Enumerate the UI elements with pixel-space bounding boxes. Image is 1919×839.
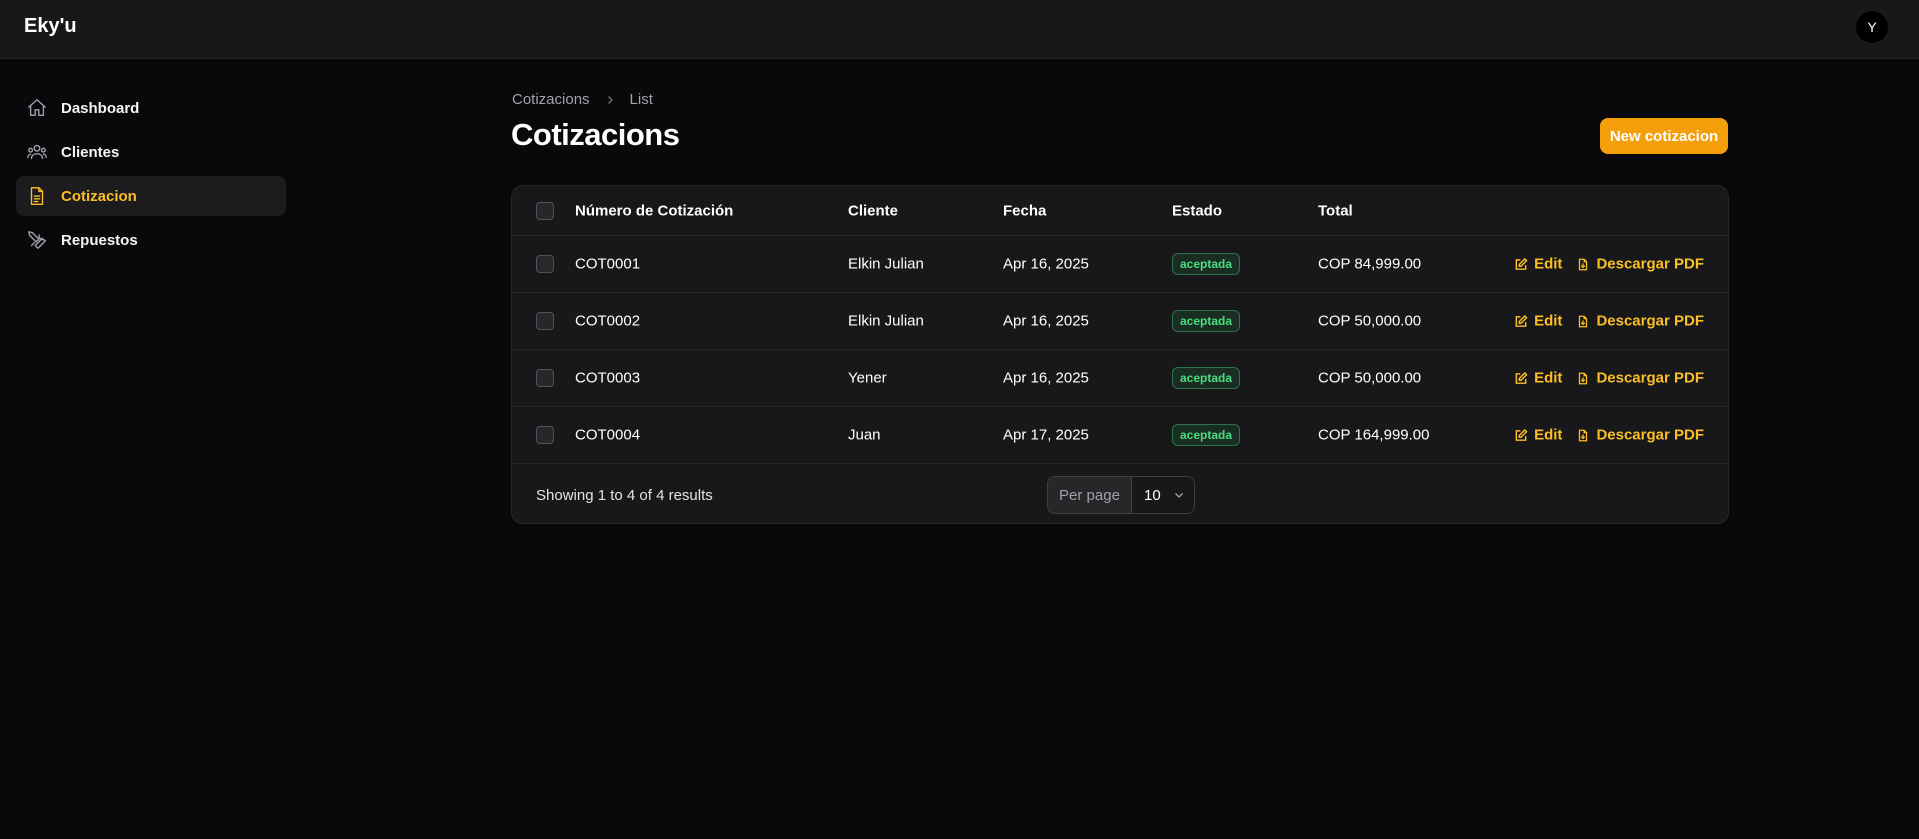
document-download-icon [1579, 429, 1588, 441]
sidebar-item-repuestos[interactable]: Repuestos [16, 220, 286, 260]
cell-cliente: Juan [848, 426, 881, 444]
breadcrumb: Cotizacions List [512, 91, 653, 108]
page-title: Cotizacions [511, 117, 680, 152]
cell-numero: COT0002 [575, 312, 641, 330]
column-header-estado[interactable]: Estado [1172, 202, 1222, 219]
cell-numero: COT0004 [575, 426, 641, 444]
table-row[interactable]: COT0004 Juan Apr 17, 2025 aceptada COP 1… [512, 407, 1728, 464]
document-icon [30, 187, 44, 205]
edit-label: Edit [1534, 426, 1563, 444]
user-avatar[interactable]: Y [1856, 11, 1888, 43]
cell-cliente: Elkin Julian [848, 255, 924, 273]
chevron-down-icon [1174, 493, 1183, 498]
edit-label: Edit [1534, 255, 1563, 273]
cell-numero: COT0001 [575, 255, 641, 273]
breadcrumb-parent[interactable]: Cotizacions [512, 91, 590, 108]
chevron-right-icon [604, 94, 616, 106]
download-pdf-button[interactable]: Descargar PDF [1576, 313, 1704, 330]
edit-button[interactable]: Edit [1514, 313, 1562, 330]
sidebar-item-label: Clientes [61, 143, 120, 161]
per-page-dropdown[interactable]: 10 [1132, 477, 1194, 513]
status-badge: aceptada [1172, 310, 1241, 332]
edit-button[interactable]: Edit [1514, 370, 1562, 387]
download-label: Descargar PDF [1596, 369, 1704, 387]
sidebar-item-label: Repuestos [61, 231, 138, 249]
download-label: Descargar PDF [1596, 426, 1704, 444]
edit-icon [1515, 257, 1528, 270]
wrench-screwdriver-icon [28, 231, 46, 249]
users-icon [27, 144, 47, 160]
home-icon [28, 99, 46, 117]
download-pdf-button[interactable]: Descargar PDF [1576, 256, 1704, 273]
edit-button[interactable]: Edit [1514, 427, 1562, 444]
row-checkbox[interactable] [536, 426, 554, 444]
edit-icon [1515, 314, 1528, 327]
breadcrumb-current: List [629, 91, 653, 108]
sidebar-item-clientes[interactable]: Clientes [16, 132, 286, 172]
cell-total: COP 50,000.00 [1318, 369, 1422, 387]
table-row[interactable]: COT0002 Elkin Julian Apr 16, 2025 acepta… [512, 293, 1728, 350]
cell-total: COP 50,000.00 [1318, 312, 1422, 330]
table-row[interactable]: COT0001 Elkin Julian Apr 16, 2025 acepta… [512, 236, 1728, 293]
sidebar-item-label: Cotizacion [61, 187, 137, 205]
cell-fecha: Apr 16, 2025 [1003, 255, 1089, 273]
status-badge: aceptada [1172, 367, 1241, 389]
per-page-value: 10 [1144, 486, 1161, 504]
column-header-numero[interactable]: Número de Cotización [575, 202, 733, 219]
download-pdf-button[interactable]: Descargar PDF [1576, 427, 1704, 444]
cell-fecha: Apr 17, 2025 [1003, 426, 1089, 444]
per-page-select[interactable]: Per page 10 [1047, 476, 1195, 514]
new-cotizacion-button[interactable]: New cotizacion [1600, 118, 1728, 154]
document-download-icon [1579, 372, 1588, 384]
sidebar: Dashboard Clientes Cotizacion Repuestos [16, 88, 286, 264]
sidebar-item-dashboard[interactable]: Dashboard [16, 88, 286, 128]
cell-cliente: Elkin Julian [848, 312, 924, 330]
edit-label: Edit [1534, 312, 1563, 330]
document-download-icon [1579, 258, 1588, 270]
select-all-checkbox[interactable] [536, 201, 554, 220]
brand-logo[interactable]: Eky'u [24, 15, 77, 38]
cotizaciones-table: Número de Cotización Cliente Fecha Estad… [511, 185, 1729, 524]
download-label: Descargar PDF [1596, 312, 1704, 330]
status-badge: aceptada [1172, 253, 1241, 275]
cell-total: COP 84,999.00 [1318, 255, 1422, 273]
table-row[interactable]: COT0003 Yener Apr 16, 2025 aceptada COP … [512, 350, 1728, 407]
results-summary: Showing 1 to 4 of 4 results [536, 487, 713, 504]
table-footer: Showing 1 to 4 of 4 results Per page 10 [512, 465, 1728, 523]
status-badge: aceptada [1172, 424, 1241, 446]
edit-button[interactable]: Edit [1514, 256, 1562, 273]
cell-numero: COT0003 [575, 369, 641, 387]
document-download-icon [1579, 315, 1588, 327]
sidebar-item-label: Dashboard [61, 99, 140, 117]
download-pdf-button[interactable]: Descargar PDF [1576, 370, 1704, 387]
edit-icon [1515, 428, 1528, 441]
cell-cliente: Yener [848, 369, 887, 387]
top-bar: Eky'u Y [0, 0, 1919, 59]
row-checkbox[interactable] [536, 369, 554, 387]
cell-fecha: Apr 16, 2025 [1003, 312, 1089, 330]
column-header-fecha[interactable]: Fecha [1003, 202, 1046, 219]
per-page-label: Per page [1048, 477, 1132, 513]
column-header-cliente[interactable]: Cliente [848, 202, 898, 219]
download-label: Descargar PDF [1596, 255, 1704, 273]
column-header-total[interactable]: Total [1318, 202, 1353, 219]
edit-label: Edit [1534, 369, 1563, 387]
cell-total: COP 164,999.00 [1318, 426, 1430, 444]
row-checkbox[interactable] [536, 255, 554, 273]
table-header: Número de Cotización Cliente Fecha Estad… [512, 186, 1728, 236]
edit-icon [1515, 371, 1528, 384]
cell-fecha: Apr 16, 2025 [1003, 369, 1089, 387]
sidebar-item-cotizacion[interactable]: Cotizacion [16, 176, 286, 216]
row-checkbox[interactable] [536, 312, 554, 330]
